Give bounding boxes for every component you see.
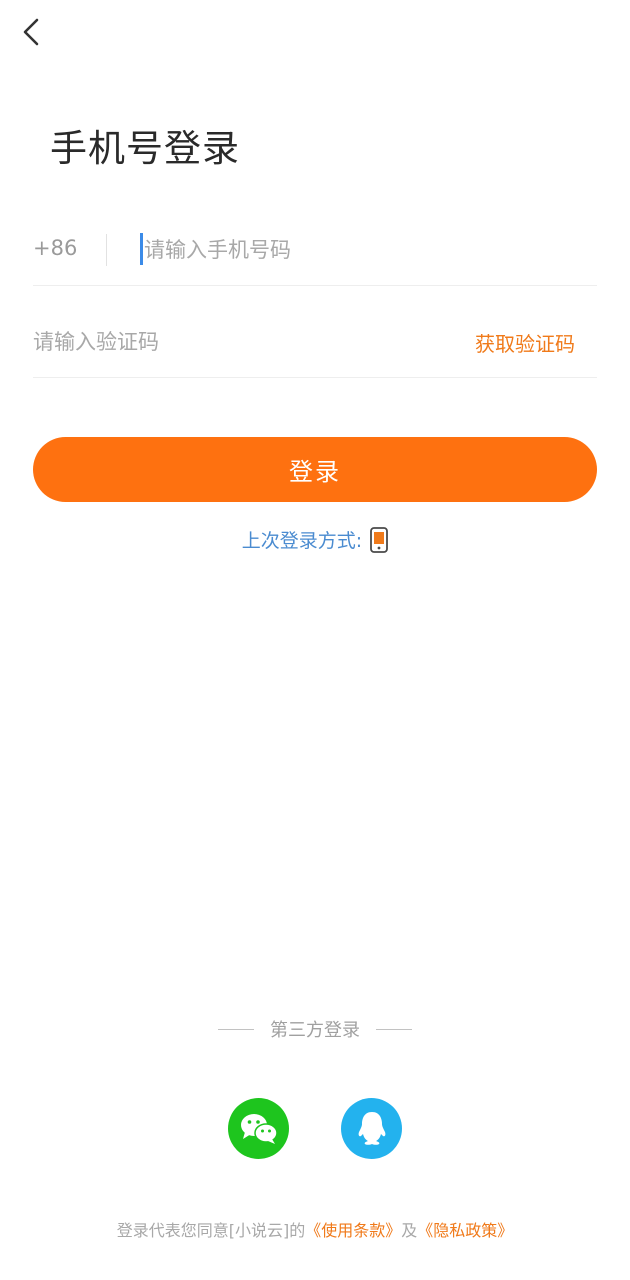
phone-input[interactable] xyxy=(140,230,580,270)
text-cursor xyxy=(140,233,143,265)
divider xyxy=(106,234,107,266)
agreement-conjunction: 及 xyxy=(401,1221,418,1240)
third-party-label: 第三方登录 xyxy=(270,1020,360,1041)
last-login-label: 上次登录方式: xyxy=(241,530,363,552)
agreement-text: 登录代表您同意[小说云]的《使用条款》及《隐私政策》 xyxy=(0,1217,630,1241)
agreement-prefix: 登录代表您同意[小说云]的 xyxy=(116,1221,306,1240)
qq-login-button[interactable] xyxy=(341,1098,402,1159)
third-party-login-divider: 第三方登录 xyxy=(0,1016,630,1042)
terms-link[interactable]: 《使用条款》 xyxy=(305,1221,401,1240)
chevron-left-icon xyxy=(23,18,39,46)
login-button[interactable]: 登录 xyxy=(33,437,597,502)
divider-line-right xyxy=(376,1028,412,1030)
verification-row: 获取验证码 xyxy=(33,306,597,378)
qq-icon xyxy=(358,1111,385,1145)
divider-line-left xyxy=(218,1028,254,1030)
page-title: 手机号登录 xyxy=(50,127,240,170)
privacy-link[interactable]: 《隐私政策》 xyxy=(417,1221,513,1240)
phone-icon xyxy=(370,526,389,553)
back-button[interactable] xyxy=(14,14,50,50)
phone-row: +86 xyxy=(33,214,597,286)
verification-code-input[interactable] xyxy=(33,322,433,362)
wechat-icon xyxy=(240,1113,278,1144)
country-code-selector[interactable]: +86 xyxy=(33,236,77,260)
get-code-button[interactable]: 获取验证码 xyxy=(475,328,575,357)
wechat-login-button[interactable] xyxy=(228,1098,289,1159)
last-login-method: 上次登录方式: xyxy=(0,526,630,553)
